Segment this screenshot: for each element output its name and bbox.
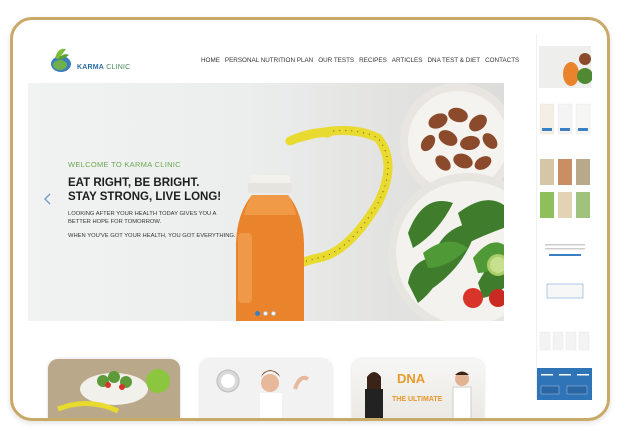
hero-slider: WELCOME TO KARMA CLINIC EAT RIGHT, BE BR… [28,83,504,321]
scale-woman-image [200,359,332,418]
nav-item-contacts[interactable]: CONTACTS [485,57,519,64]
hero-headline-line-1: EAT RIGHT, BE BRIGHT. [68,177,200,189]
nav-item-recipes[interactable]: RECIPES [359,57,387,64]
hero-headline-line-2: STAY STRONG, LIVE LONG! [68,191,222,203]
slider-prev-arrow-icon[interactable] [44,193,52,205]
hero-paragraph-1: Looking after your health today gives yo… [68,211,217,225]
feature-card-nutrition[interactable] [48,359,180,418]
feature-card-tests[interactable] [200,359,332,418]
nav-item-personal-nutrition-plan[interactable]: PERSONAL NUTRITION PLAN [225,57,313,64]
dna-people-image [365,371,472,418]
logo-text-karma: KARMA [77,64,105,71]
dna-card-subtitle: THE ULTIMATE [392,396,443,403]
nav-item-our-tests[interactable]: OUR TESTS [318,57,354,64]
dna-card-title: DNA [397,371,426,386]
salad-bowl-image [48,359,180,418]
nav-item-home[interactable]: HOME [201,57,220,64]
slider-dot-2[interactable] [263,311,268,316]
logo-text: KARMA CLINIC [77,64,130,71]
screenshot-frame: KARMA CLINIC HOME PERSONAL NUTRITION PLA… [10,17,610,421]
hero-paragraph-2: When you've got your health, you got eve… [68,233,236,239]
logo-text-clinic: CLINIC [106,64,131,71]
karma-clinic-logo-icon[interactable] [46,43,136,77]
hero-welcome-text: WELCOME TO KARMA CLINIC [68,160,181,169]
page-preview-image [537,34,592,400]
main-nav: HOME PERSONAL NUTRITION PLAN OUR TESTS R… [201,57,519,64]
slider-dot-3[interactable] [271,311,276,316]
slider-pagination [255,311,276,316]
hero-headline: EAT RIGHT, BE BRIGHT. STAY STRONG, LIVE … [68,176,238,204]
nav-item-articles[interactable]: ARTICLES [392,57,423,64]
feature-card-dna[interactable]: DNA THE ULTIMATE [352,359,484,418]
nav-item-dna-test-diet[interactable]: DNA TEST & DIET [427,57,480,64]
page-preview-thumbnail[interactable] [536,34,592,400]
slider-dot-1[interactable] [255,311,260,316]
